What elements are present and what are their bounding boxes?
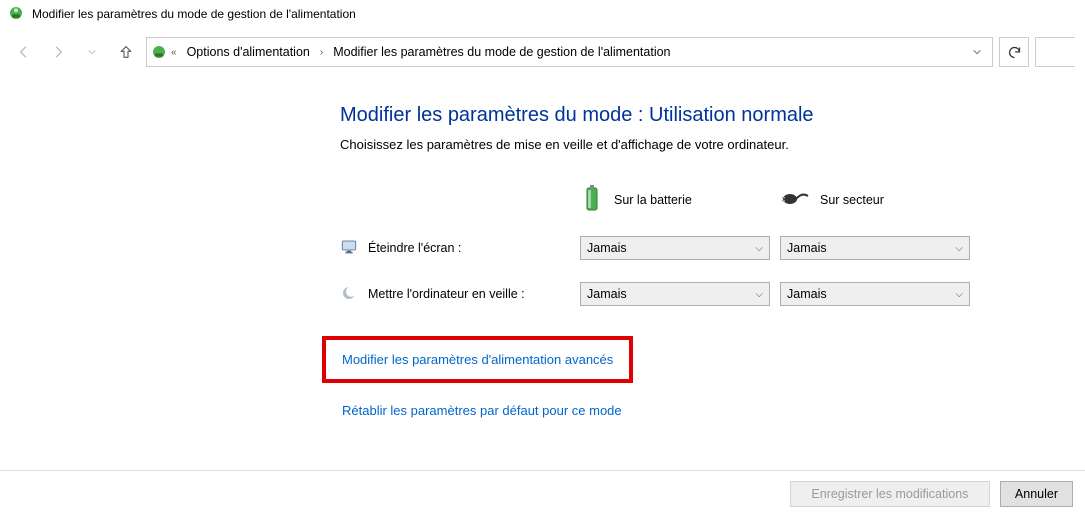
forward-button[interactable] bbox=[44, 38, 72, 66]
display-off-plugged-select[interactable]: Jamais⌵ bbox=[780, 236, 970, 260]
advanced-settings-link[interactable]: Modifier les paramètres d'alimentation a… bbox=[340, 350, 615, 369]
breadcrumb-overflow[interactable]: « bbox=[171, 47, 177, 58]
search-input[interactable] bbox=[1035, 37, 1075, 67]
save-button[interactable]: Enregistrer les modifications bbox=[790, 481, 990, 507]
sleep-plugged-select[interactable]: Jamais⌵ bbox=[780, 282, 970, 306]
plugged-label: Sur secteur bbox=[820, 193, 884, 207]
display-off-battery-select[interactable]: Jamais⌵ bbox=[580, 236, 770, 260]
highlight-annotation: Modifier les paramètres d'alimentation a… bbox=[322, 336, 633, 383]
recent-dropdown[interactable] bbox=[78, 38, 106, 66]
chevron-down-icon: ⌵ bbox=[755, 243, 763, 254]
up-button[interactable] bbox=[112, 38, 140, 66]
back-button[interactable] bbox=[10, 38, 38, 66]
setting-row-sleep: Mettre l'ordinateur en veille : Jamais⌵ … bbox=[340, 282, 1045, 306]
column-headers: Sur la batterie Sur secteur bbox=[340, 182, 1045, 218]
restore-defaults-link[interactable]: Rétablir les paramètres par défaut pour … bbox=[340, 401, 624, 420]
breadcrumb-root[interactable]: Options d'alimentation bbox=[181, 41, 316, 63]
navbar: « Options d'alimentation › Modifier les … bbox=[0, 30, 1085, 74]
monitor-icon bbox=[340, 238, 358, 259]
setting-label: Éteindre l'écran : bbox=[368, 241, 461, 255]
plug-icon bbox=[780, 190, 810, 211]
moon-icon bbox=[340, 284, 358, 305]
chevron-down-icon: ⌵ bbox=[755, 289, 763, 300]
breadcrumb-current[interactable]: Modifier les paramètres du mode de gesti… bbox=[327, 41, 676, 63]
page-title: Modifier les paramètres du mode : Utilis… bbox=[340, 104, 1045, 127]
footer: Enregistrer les modifications Annuler bbox=[0, 470, 1085, 517]
page-subtitle: Choisissez les paramètres de mise en vei… bbox=[340, 137, 1045, 152]
battery-icon bbox=[580, 184, 604, 217]
setting-label: Mettre l'ordinateur en veille : bbox=[368, 287, 525, 301]
sleep-battery-select[interactable]: Jamais⌵ bbox=[580, 282, 770, 306]
titlebar: Modifier les paramètres du mode de gesti… bbox=[0, 0, 1085, 28]
power-icon bbox=[8, 5, 24, 24]
window-title: Modifier les paramètres du mode de gesti… bbox=[32, 7, 356, 21]
address-history-dropdown[interactable] bbox=[966, 38, 988, 66]
chevron-down-icon: ⌵ bbox=[955, 289, 963, 300]
address-bar[interactable]: « Options d'alimentation › Modifier les … bbox=[146, 37, 993, 67]
battery-label: Sur la batterie bbox=[614, 193, 692, 207]
chevron-right-icon: › bbox=[320, 47, 323, 58]
content-area: Modifier les paramètres du mode : Utilis… bbox=[0, 74, 1085, 440]
setting-row-display-off: Éteindre l'écran : Jamais⌵ Jamais⌵ bbox=[340, 236, 1045, 260]
refresh-button[interactable] bbox=[999, 37, 1029, 67]
chevron-down-icon: ⌵ bbox=[955, 243, 963, 254]
cancel-button[interactable]: Annuler bbox=[1000, 481, 1073, 507]
power-icon bbox=[151, 44, 167, 60]
